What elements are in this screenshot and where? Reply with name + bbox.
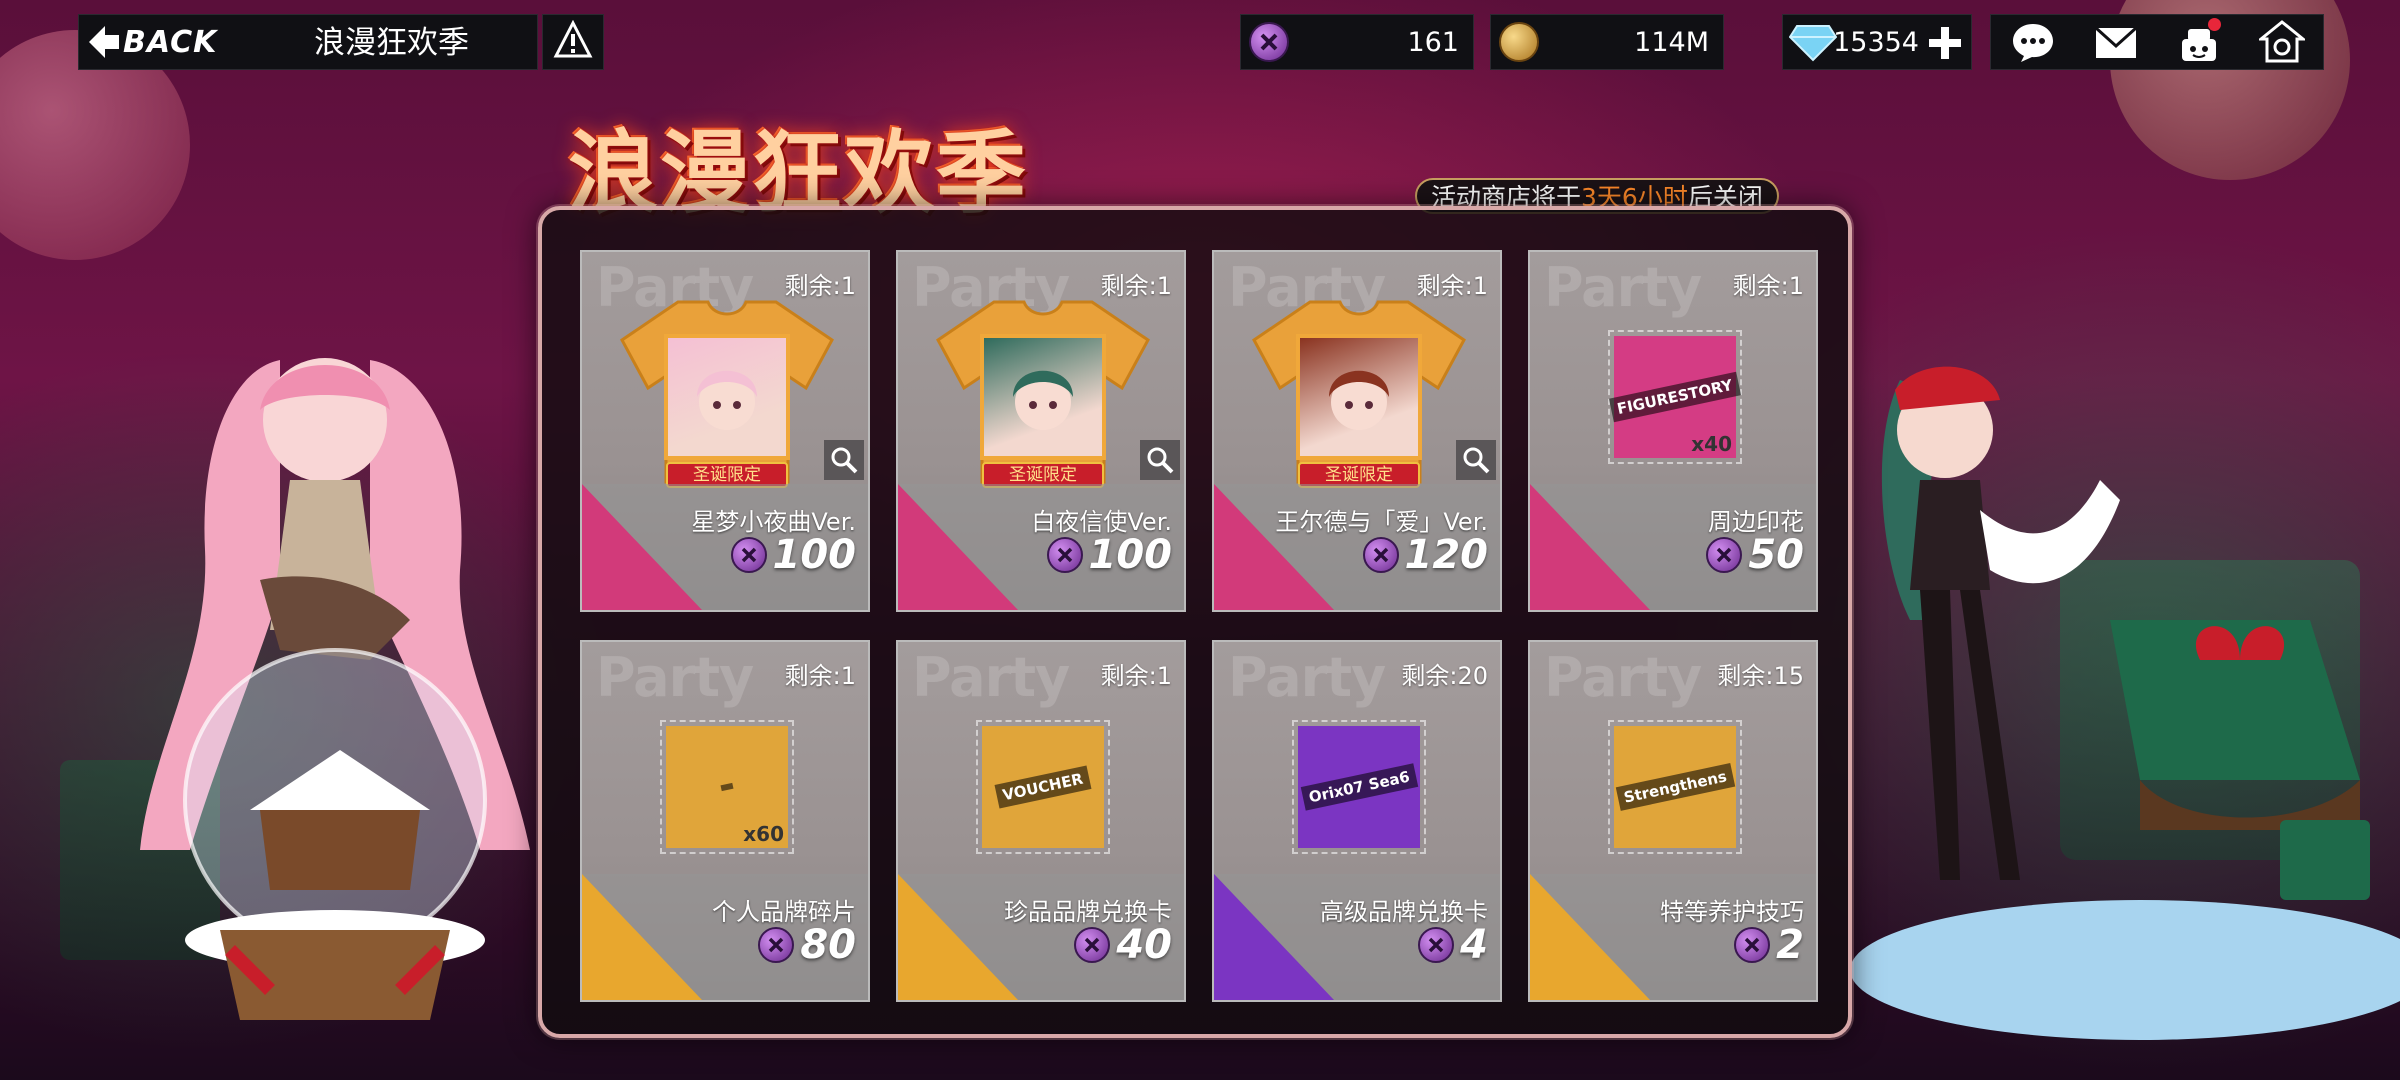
info-button[interactable] bbox=[542, 14, 604, 70]
item-price: 120 bbox=[1362, 532, 1489, 578]
shop-item-card[interactable]: Party 剩余:15 Strengthens 特等养护技巧 2 bbox=[1528, 640, 1818, 1002]
back-label: BACK bbox=[123, 24, 218, 60]
page-title: 浪漫狂欢季 bbox=[314, 25, 469, 61]
item-frame: Orix07 Sea6 bbox=[1292, 720, 1426, 854]
event-token-icon bbox=[730, 537, 767, 573]
system-menu bbox=[1990, 14, 2324, 70]
item-quantity: x60 bbox=[743, 822, 784, 846]
event-token-icon bbox=[1706, 537, 1743, 573]
event-token-icon bbox=[1074, 927, 1111, 963]
shop-item-card[interactable]: Party 剩余:20 Orix07 Sea6 高级品牌兑换卡 4 bbox=[1212, 640, 1502, 1002]
event-token-icon bbox=[758, 927, 795, 963]
item-icon: Strengthens bbox=[1614, 726, 1736, 848]
party-watermark: Party bbox=[1228, 646, 1386, 709]
item-stock: 剩余:15 bbox=[1717, 662, 1804, 690]
item-icon: FIGURESTORY x40 bbox=[1609, 336, 1741, 458]
shop-grid: Party 剩余:1 圣诞限定 星梦小夜曲Ver. 100 Party 剩余:1 圣诞限… bbox=[580, 250, 1818, 1002]
item-price-value: 80 bbox=[800, 922, 856, 968]
item-price-value: 2 bbox=[1776, 922, 1804, 968]
item-price: 2 bbox=[1734, 922, 1804, 968]
diamond-icon bbox=[1789, 22, 1837, 62]
item-frame: x60 bbox=[660, 720, 794, 854]
item-price-value: 100 bbox=[1088, 532, 1173, 578]
item-icon-label: Strengthens bbox=[1615, 763, 1735, 811]
zoom-icon[interactable] bbox=[824, 440, 864, 480]
item-price-value: 100 bbox=[772, 532, 857, 578]
item-stock: 剩余:1 bbox=[1732, 272, 1804, 300]
resource-diamond[interactable]: 15354 bbox=[1782, 14, 1972, 70]
item-price: 4 bbox=[1418, 922, 1488, 968]
event-token-icon bbox=[1734, 927, 1771, 963]
shop-item-card[interactable]: Party 剩余:1 圣诞限定 王尔德与「爱」Ver. 120 bbox=[1212, 250, 1502, 612]
party-watermark: Party bbox=[596, 646, 754, 709]
shop-item-card[interactable]: Party 剩余:1 圣诞限定 星梦小夜曲Ver. 100 bbox=[580, 250, 870, 612]
mail-icon[interactable] bbox=[2090, 16, 2142, 68]
item-price-value: 40 bbox=[1116, 922, 1172, 968]
event-token-icon bbox=[1418, 927, 1455, 963]
chat-icon[interactable] bbox=[2007, 16, 2059, 68]
party-watermark: Party bbox=[1544, 256, 1702, 319]
item-frame: VOUCHER bbox=[976, 720, 1110, 854]
party-watermark: Party bbox=[1544, 646, 1702, 709]
top-nav: BACK 浪漫狂欢季 bbox=[78, 14, 604, 70]
item-quantity: x40 bbox=[1691, 432, 1732, 456]
resource-gold: 114M bbox=[1490, 14, 1724, 70]
character-right bbox=[1840, 360, 2400, 1050]
info-icon bbox=[553, 19, 593, 64]
item-price-value: 4 bbox=[1460, 922, 1488, 968]
back-button[interactable]: BACK 浪漫狂欢季 bbox=[78, 14, 538, 70]
item-icon-label bbox=[720, 782, 734, 792]
back-arrow-icon bbox=[89, 24, 119, 60]
item-icon: VOUCHER bbox=[982, 726, 1104, 848]
item-icon: x60 bbox=[666, 726, 788, 848]
item-stock: 剩余:20 bbox=[1401, 662, 1488, 690]
item-frame: Strengthens bbox=[1608, 720, 1742, 854]
gold-coin-icon bbox=[1499, 22, 1539, 62]
character-left bbox=[110, 330, 550, 1030]
shop-item-card[interactable]: Party 剩余:1 VOUCHER 珍品品牌兑换卡 40 bbox=[896, 640, 1186, 1002]
gold-value: 114M bbox=[1634, 26, 1709, 58]
diamond-value: 15354 bbox=[1833, 26, 1919, 58]
character-portrait bbox=[1296, 334, 1422, 460]
home-icon[interactable] bbox=[2256, 16, 2308, 68]
shop-item-card[interactable]: Party 剩余:1 圣诞限定 白夜信使Ver. 100 bbox=[896, 250, 1186, 612]
notification-dot bbox=[2207, 18, 2221, 31]
item-icon-label: VOUCHER bbox=[994, 765, 1092, 809]
item-icon-label: FIGURESTORY bbox=[1609, 371, 1741, 423]
cake-icon[interactable] bbox=[2173, 16, 2225, 68]
event-token-icon bbox=[1046, 537, 1083, 573]
item-stock: 剩余:1 bbox=[1100, 662, 1172, 690]
event-token-icon bbox=[1362, 537, 1399, 573]
item-price: 80 bbox=[758, 922, 856, 968]
item-price: 100 bbox=[1046, 532, 1173, 578]
event-token-icon bbox=[1249, 22, 1289, 62]
shop-item-card[interactable]: Party 剩余:1 FIGURESTORY x40 周边印花 50 bbox=[1528, 250, 1818, 612]
item-price-value: 120 bbox=[1404, 532, 1489, 578]
item-price-value: 50 bbox=[1748, 532, 1804, 578]
item-icon: Orix07 Sea6 bbox=[1298, 726, 1420, 848]
character-portrait bbox=[980, 334, 1106, 460]
party-watermark: Party bbox=[912, 646, 1070, 709]
character-portrait bbox=[664, 334, 790, 460]
item-price: 50 bbox=[1706, 532, 1804, 578]
event-token-value: 161 bbox=[1407, 26, 1459, 58]
item-frame: FIGURESTORY x40 bbox=[1608, 330, 1742, 464]
item-stock: 剩余:1 bbox=[784, 662, 856, 690]
resource-event-token: 161 bbox=[1240, 14, 1474, 70]
item-price: 100 bbox=[730, 532, 857, 578]
add-icon[interactable] bbox=[1927, 25, 1963, 65]
zoom-icon[interactable] bbox=[1456, 440, 1496, 480]
zoom-icon[interactable] bbox=[1140, 440, 1180, 480]
shop-item-card[interactable]: Party 剩余:1 x60 个人品牌碎片 80 bbox=[580, 640, 870, 1002]
item-icon-label: Orix07 Sea6 bbox=[1300, 763, 1418, 811]
shop-panel: Party 剩余:1 圣诞限定 星梦小夜曲Ver. 100 Party 剩余:1 圣诞限… bbox=[538, 206, 1852, 1038]
item-price: 40 bbox=[1074, 922, 1172, 968]
